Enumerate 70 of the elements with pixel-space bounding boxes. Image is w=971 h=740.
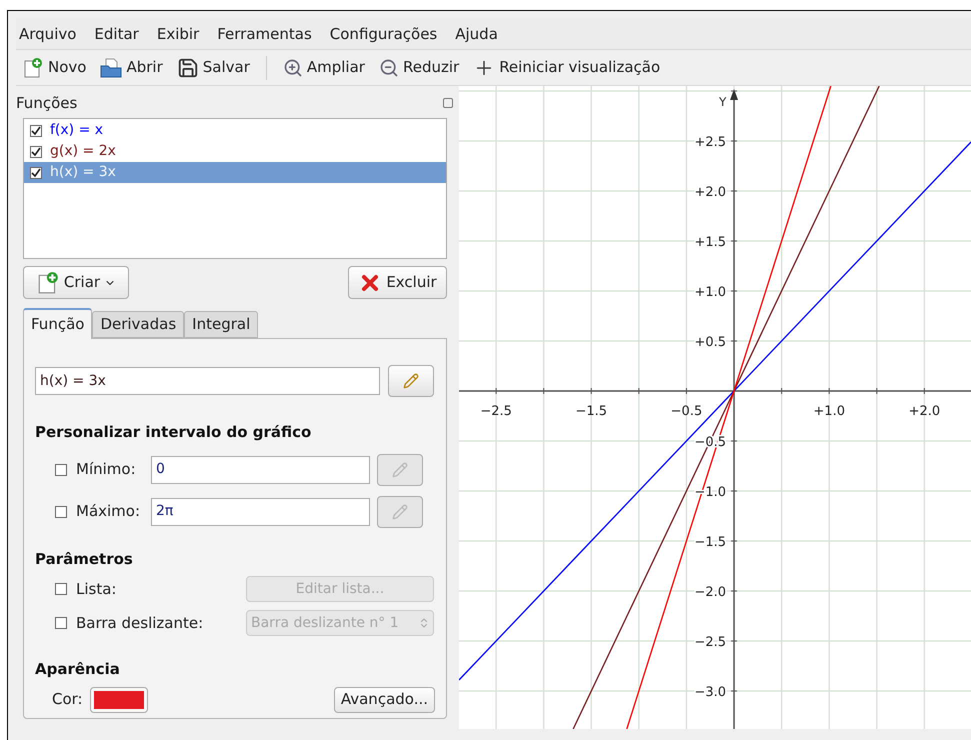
menu-item[interactable]: Exibir (156, 22, 200, 46)
checkmark-icon (31, 168, 41, 178)
create-button[interactable]: Criar (23, 266, 129, 299)
function-label: h(x) = 3x (50, 163, 116, 182)
field-label: Mínimo: (76, 459, 137, 480)
menu-item[interactable]: Ajuda (455, 22, 498, 46)
function-label: g(x) = 2x (50, 142, 116, 161)
tab[interactable]: Derivadas (92, 311, 184, 338)
field-label: Máximo: (76, 501, 142, 522)
checkbox[interactable] (55, 506, 67, 518)
tick-label: +2.0 (694, 185, 726, 200)
toolbar-button[interactable]: Reiniciar visualização (469, 52, 664, 83)
color-button[interactable] (90, 686, 148, 712)
value-field[interactable]: 2π (151, 498, 370, 526)
tick-label: −1.5 (576, 404, 608, 419)
function-label: f(x) = x (50, 121, 104, 140)
spin-icon (418, 617, 430, 629)
section-title: Parâmetros (35, 548, 134, 570)
value-field[interactable]: 0 (151, 456, 370, 484)
tick-label: −2.5 (480, 404, 512, 419)
field-label: Barra deslizante: (76, 612, 204, 634)
function-list-item[interactable]: g(x) = 2x (24, 141, 446, 162)
checkbox[interactable] (55, 464, 67, 476)
axis-label: Y (719, 95, 726, 109)
zoom-out-icon (378, 58, 399, 78)
toolbar-button[interactable]: Abrir (96, 52, 167, 83)
checkbox[interactable] (30, 166, 42, 178)
tick-label: −2.5 (694, 635, 726, 650)
tick-label: −1.5 (694, 535, 726, 550)
tab[interactable]: Função (23, 308, 92, 339)
tick-label: +0.5 (694, 335, 726, 350)
toolbar-button[interactable]: Ampliar (278, 52, 369, 83)
delete-button[interactable]: Excluir (348, 266, 447, 299)
section-title: Personalizar intervalo do gráfico (35, 422, 312, 443)
tick-label: +1.0 (813, 404, 845, 419)
zoom-in-icon (282, 58, 303, 78)
tick-label: +1.5 (694, 235, 726, 250)
float-icon[interactable] (443, 98, 453, 108)
tick-label: −2.0 (694, 585, 726, 600)
menu-item[interactable]: Editar (94, 22, 139, 46)
tick-label: +2.0 (908, 404, 940, 419)
toolbar-button[interactable]: Reduzir (374, 52, 464, 83)
checkmark-icon (31, 126, 41, 136)
menu-item[interactable]: Configurações (330, 22, 438, 46)
new-document-icon (22, 56, 44, 78)
pencil-icon (403, 373, 419, 389)
menu-item[interactable]: Ferramentas (217, 22, 312, 46)
checkbox[interactable] (30, 124, 42, 136)
tick-label: +1.0 (694, 285, 726, 300)
checkmark-icon (31, 146, 41, 156)
edit-button[interactable] (388, 365, 434, 397)
tab[interactable]: Integral (184, 311, 258, 338)
checkbox[interactable] (30, 146, 42, 158)
menu-item[interactable]: Arquivo (19, 22, 76, 46)
panel-title: Funções (16, 92, 78, 114)
advanced-button[interactable]: Avançado... (334, 686, 435, 712)
pencil-icon (392, 462, 408, 478)
new-document-icon (36, 270, 60, 294)
function-list-item[interactable]: f(x) = x (24, 120, 446, 141)
toolbar-button[interactable]: Novo (18, 52, 90, 83)
tick-label: −0.5 (670, 404, 702, 419)
pencil-icon (392, 504, 408, 520)
toolbar-button[interactable]: Salvar (172, 52, 254, 83)
section-title: Aparência (35, 659, 121, 680)
field-label: Lista: (76, 578, 118, 600)
tick-label: −3.0 (694, 685, 726, 700)
tick-label: +2.5 (694, 135, 726, 150)
equation-field[interactable]: h(x) = 3x (35, 367, 380, 395)
folder-icon (100, 56, 122, 78)
field-label: Cor: (52, 689, 83, 710)
